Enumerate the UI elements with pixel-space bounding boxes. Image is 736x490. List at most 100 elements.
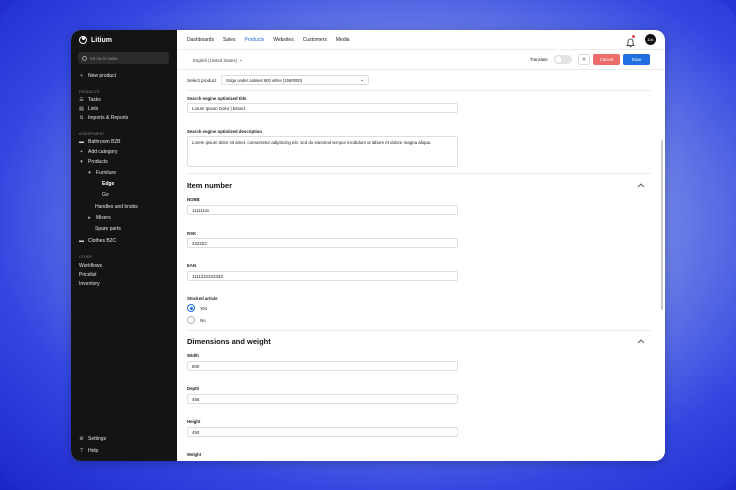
radio-selected-icon — [187, 304, 195, 312]
notification-dot — [632, 35, 635, 38]
tree-furniture[interactable]: ▾ Furniture — [87, 170, 116, 176]
tree-label: Bathroom B2B — [88, 139, 121, 145]
list-icon: ▤ — [79, 106, 84, 112]
caret-down-icon: ▾ — [88, 170, 91, 176]
depth-label: Depth — [187, 386, 200, 391]
nobb-label: NOBB — [187, 197, 200, 202]
ean-label: EAN — [187, 263, 197, 268]
scrollbar[interactable] — [661, 140, 663, 310]
weight-label: Weight — [187, 452, 202, 457]
radio-unselected-icon — [187, 316, 195, 324]
folder-icon: ▬ — [79, 238, 84, 244]
radio-label: No — [200, 317, 206, 323]
rsk-input[interactable]: 222222 — [187, 238, 458, 248]
tree-edge[interactable]: Edge — [102, 181, 114, 187]
rsk-label: RSK — [187, 231, 197, 236]
sidebar-item-lists[interactable]: ▤ Lists — [79, 106, 98, 112]
item-number-title: Item number — [187, 181, 233, 190]
select-product-dropdown[interactable]: Edge under cabinet 600 white (1590000) ⌄ — [221, 75, 370, 85]
caret-right-icon: ▸ — [88, 215, 91, 221]
tab-dashboards[interactable]: Dashboards — [187, 37, 214, 43]
add-category-button[interactable]: + Add category — [79, 149, 117, 155]
toolbar: English (United States) ⌄ Translate ✕ Ca… — [177, 50, 665, 70]
settings-link[interactable]: ⚙ Settings — [79, 436, 106, 442]
brand-name: Litium — [91, 36, 112, 44]
collapse-button[interactable]: ✕ — [578, 54, 590, 65]
search-input[interactable] — [89, 55, 169, 61]
sidebar-item-workflows[interactable]: Workflows — [79, 263, 102, 269]
sidebar-item-pricelist[interactable]: Pricelist — [79, 272, 97, 278]
cancel-button[interactable]: Cancel — [593, 54, 620, 65]
stocked-yes-radio[interactable]: Yes — [187, 304, 207, 312]
tab-sales[interactable]: Sales — [223, 37, 236, 43]
divider — [187, 330, 651, 331]
section-assortment: ASSORTMENT — [79, 132, 105, 136]
tree-label: Handles and knobs — [95, 204, 138, 210]
litium-logo-icon — [79, 36, 87, 44]
locale-label: English (United States) — [193, 57, 237, 63]
sidebar-item-imports[interactable]: ⇅ Imports & Reports — [79, 115, 128, 121]
folder-icon: ▬ — [79, 139, 84, 145]
select-product-value: Edge under cabinet 600 white (1590000) — [226, 77, 303, 83]
tab-websites[interactable]: Websites — [273, 37, 293, 43]
save-button[interactable]: Save — [623, 54, 650, 65]
sidebar-item-inventory[interactable]: Inventory — [79, 281, 100, 287]
seo-title-label: Search engine optimized title — [187, 96, 247, 101]
tree-clothes[interactable]: ▬ Clothes B2C — [79, 238, 116, 244]
tree-label: Go — [102, 192, 109, 198]
sidebar-item-tasks[interactable]: ☰ Tasks — [79, 97, 101, 103]
tree-label: Products — [88, 159, 108, 165]
stocked-article-label: Stocked article — [187, 296, 218, 301]
nobb-input[interactable]: 11111111 — [187, 205, 458, 215]
avatar[interactable]: DA — [645, 34, 656, 45]
sidebar-item-label: Tasks — [88, 97, 101, 103]
tree-bathroom[interactable]: ▬ Bathroom B2B — [79, 139, 121, 145]
app-window: Litium + New product PRODUCTS ☰ Tasks ▤ … — [71, 30, 665, 461]
tree-products[interactable]: ▾ Products — [79, 159, 108, 165]
notifications-button[interactable] — [626, 35, 635, 48]
width-label: Width — [187, 353, 199, 358]
tab-products[interactable]: Products — [244, 37, 264, 43]
select-product-row: Select product Edge under cabinet 600 wh… — [187, 75, 370, 85]
tree-label: Mixers — [96, 215, 111, 221]
tree-label: Clothes B2C — [88, 238, 117, 244]
tree-handles[interactable]: Handles and knobs — [95, 204, 138, 210]
dimensions-title: Dimensions and weight — [187, 337, 271, 346]
locale-selector[interactable]: English (United States) ⌄ — [193, 57, 243, 63]
translate-label: Translate — [530, 57, 548, 62]
tree-go[interactable]: Go — [102, 192, 109, 198]
divider — [187, 173, 651, 174]
seo-description-input[interactable]: Lorem ipsum dolor sit amet, consectetur … — [187, 136, 458, 167]
chevron-down-icon: ⌄ — [360, 77, 365, 83]
tasks-icon: ☰ — [79, 97, 84, 103]
tree-mixers[interactable]: ▸ Mixers — [87, 215, 111, 221]
main-content: Select product Edge under cabinet 600 wh… — [177, 70, 665, 461]
chevron-down-icon: ⌄ — [238, 57, 244, 63]
width-input[interactable]: 600 — [187, 361, 458, 371]
translate-toggle[interactable] — [554, 55, 572, 64]
tree-label: Spare parts — [95, 226, 121, 232]
seo-title-input[interactable]: Lorum Ipsum Dolor | Brand — [187, 103, 458, 113]
tree-spare-parts[interactable]: Spare parts — [95, 226, 121, 232]
collapse-icon: ✕ — [581, 56, 587, 63]
ean-input[interactable]: 1111222233333 — [187, 271, 458, 281]
help-link[interactable]: ? Help — [79, 448, 98, 454]
device-frame: Litium + New product PRODUCTS ☰ Tasks ▤ … — [0, 0, 736, 490]
tree-label: Furniture — [96, 170, 117, 176]
height-input[interactable]: 450 — [187, 427, 458, 437]
depth-input[interactable]: 456 — [187, 394, 458, 404]
settings-label: Settings — [88, 436, 107, 442]
help-label: Help — [88, 448, 99, 454]
tab-media[interactable]: Media — [336, 37, 350, 43]
new-product-button[interactable]: + New product — [79, 73, 116, 79]
chevron-up-icon[interactable] — [637, 182, 645, 188]
sidebar-item-label: Workflows — [79, 263, 102, 269]
chevron-up-icon[interactable] — [637, 338, 645, 344]
sidebar-search[interactable] — [78, 52, 169, 64]
toggle-knob — [555, 56, 562, 63]
brand[interactable]: Litium — [79, 36, 112, 44]
plus-icon: + — [80, 149, 83, 155]
stocked-no-radio[interactable]: No — [187, 316, 206, 324]
tab-customers[interactable]: Customers — [303, 37, 327, 43]
plus-icon: + — [80, 73, 83, 79]
